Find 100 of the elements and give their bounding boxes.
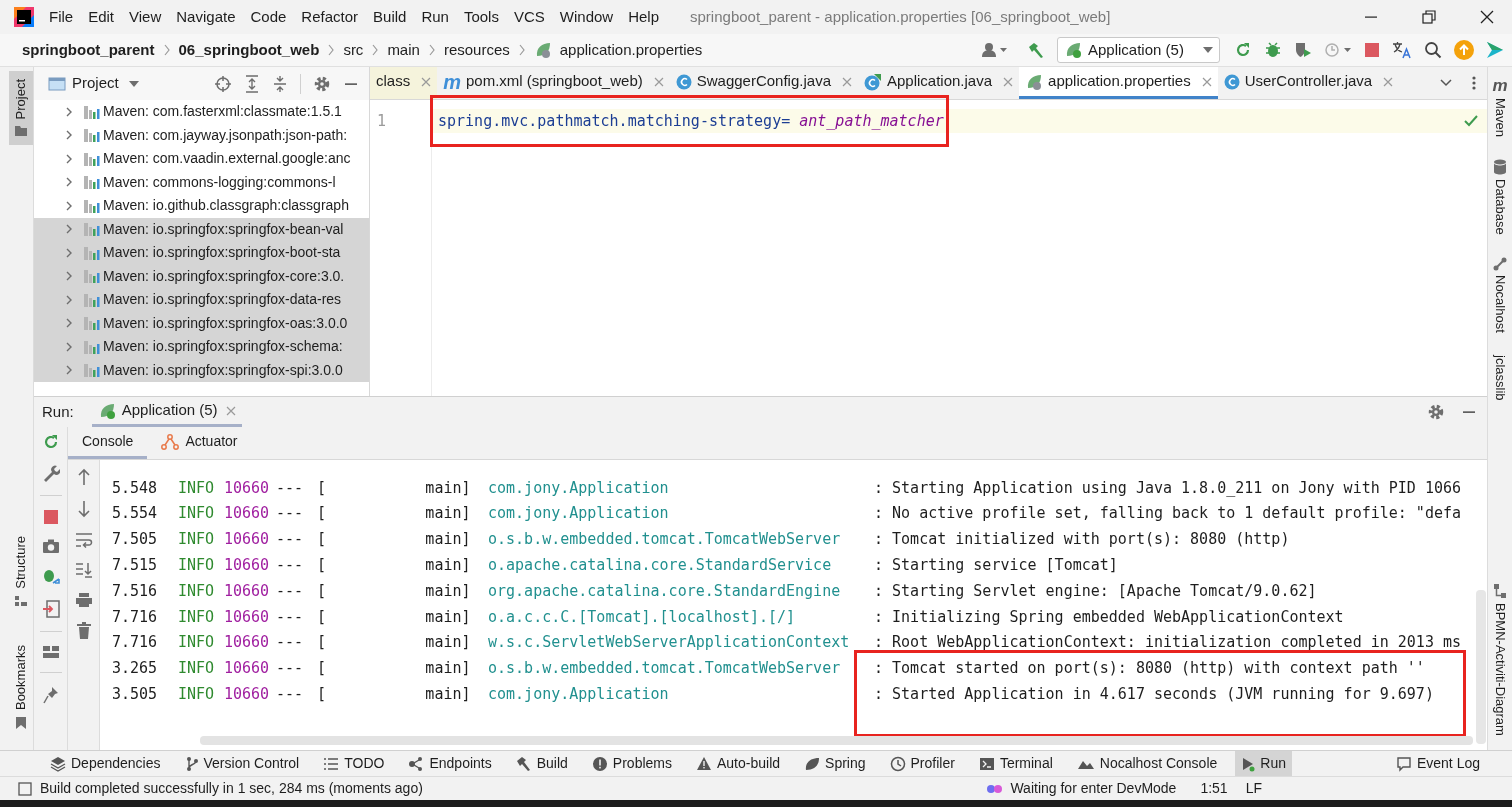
log-pid: 10660 (224, 658, 271, 680)
menu-item[interactable]: VCS (512, 3, 546, 31)
log-message: : Root WebApplicationContext: initialization completed in 2013 ms (874, 632, 1461, 654)
line-separator[interactable]: LF (1245, 778, 1262, 799)
menu-item[interactable]: View (128, 3, 163, 31)
menu-item[interactable]: Help (627, 3, 661, 31)
log-message: : Starting service [Tomcat] (874, 555, 1118, 577)
editor-tab[interactable]: UserController.java (1217, 67, 1400, 99)
log-separator: --- (276, 632, 305, 654)
breadcrumb-item[interactable]: main (387, 38, 420, 62)
breadcrumb-item[interactable]: resources (443, 38, 510, 62)
maven-icon: m (443, 71, 461, 92)
tool-window-button[interactable]: Nocalhost Console (1070, 751, 1224, 776)
caret-position[interactable]: 1:51 (1200, 778, 1228, 799)
tool-window-button[interactable]: Event Log (1389, 751, 1486, 776)
menu-item[interactable]: Window (558, 3, 615, 31)
log-pid: 10660 (224, 529, 271, 551)
tool-window-button[interactable]: Endpoints (402, 751, 498, 776)
log-level: INFO (178, 580, 216, 602)
tool-window-button[interactable]: Problems (585, 751, 678, 776)
log-pid: 10660 (224, 503, 271, 525)
log-message: : Initializing Spring embedded WebApplicationContext (874, 606, 1344, 628)
run-tab[interactable]: Application (5) (91, 397, 242, 427)
tree-item[interactable]: Maven: io.springfox:springfox-core:3.0. (34, 264, 369, 288)
log-thread: [ main] (317, 684, 472, 705)
log-message: : No active profile set, falling back to 1 default profile: "defa (874, 503, 1461, 525)
log-thread: [ main] (317, 632, 472, 654)
status-message: Build completed successfully in 1 sec, 284 ms (moments ago) (40, 779, 423, 798)
tool-window-tab[interactable]: m Maven (1489, 77, 1511, 138)
log-level: INFO (178, 555, 216, 577)
tree-item[interactable]: Maven: io.springfox:springfox-spi:3.0.0 (34, 358, 369, 382)
tree-item[interactable]: Maven: io.springfox:springfox-bean-val (34, 217, 369, 241)
menu-item[interactable]: Navigate (175, 3, 237, 31)
log-logger: com.jony.Application (488, 684, 670, 705)
menu-item[interactable]: Tools (462, 3, 500, 31)
log-level: INFO (178, 477, 216, 499)
tool-window-button[interactable]: Dependencies (44, 751, 167, 776)
tree-item[interactable]: Maven: io.springfox:springfox-schema: (34, 335, 369, 359)
editor-tab[interactable]: class (370, 67, 438, 99)
log-pid: 10660 (224, 684, 271, 705)
log-logger: com.jony.Application (488, 503, 670, 525)
tool-window-tab[interactable]: Nocalhost (1489, 256, 1511, 333)
menu-item[interactable]: File (48, 3, 75, 31)
tree-item[interactable]: Maven: io.springfox:springfox-data-res (34, 288, 369, 312)
project-view-dropdown[interactable]: Project (72, 72, 139, 95)
breadcrumb-item[interactable]: springboot_parent (22, 38, 155, 62)
tool-window-button[interactable]: Terminal (972, 751, 1059, 776)
log-separator: --- (276, 503, 305, 525)
tool-window-tab[interactable]: Database (1489, 159, 1511, 235)
tool-window-button[interactable]: Version Control (178, 751, 306, 776)
tool-window-button[interactable]: Profiler (883, 751, 961, 776)
editor-tab[interactable]: application.properties (1019, 67, 1218, 99)
log-level: INFO (178, 684, 216, 705)
log-pid: 10660 (224, 632, 271, 654)
log-pid: 10660 (224, 555, 271, 577)
code-line: spring.mvc.pathmatch.matching-strategy= ant_path_matcher (438, 110, 944, 132)
menu-item[interactable]: Build (372, 3, 408, 31)
tool-window-button[interactable]: Auto-build (690, 751, 787, 776)
tool-window-button[interactable]: Spring (798, 751, 872, 776)
console-tab[interactable]: Actuator (147, 427, 252, 459)
editor-tab[interactable]: SwaggerConfig.java (669, 67, 858, 99)
menu-item[interactable]: Code (249, 3, 288, 31)
tree-item[interactable]: Maven: io.springfox:springfox-boot-sta (34, 241, 369, 265)
tool-window-tab[interactable]: BPMN-Activiti-Diagram (1489, 583, 1511, 736)
log-time: 3.505 (112, 684, 159, 705)
menu-item[interactable]: Edit (87, 3, 116, 31)
tool-window-tab[interactable]: Structure (9, 528, 33, 615)
log-pid: 10660 (224, 580, 271, 602)
run-configuration-dropdown[interactable]: Application (5) (1057, 37, 1220, 63)
tree-item[interactable]: Maven: io.springfox:springfox-oas:3.0.0 (34, 311, 369, 335)
log-time: 3.265 (112, 658, 159, 680)
log-logger: o.s.b.w.embedded.tomcat.TomcatWebServer (488, 529, 842, 551)
breadcrumb-item[interactable]: application.properties (559, 38, 703, 62)
log-separator: --- (276, 606, 305, 628)
maven-icon: m (1492, 77, 1508, 94)
tool-window-button[interactable]: TODO (317, 751, 391, 776)
tool-window-tab[interactable]: jclasslib (1489, 354, 1511, 400)
log-time: 7.515 (112, 555, 159, 577)
tool-window-button[interactable]: Build (509, 751, 574, 776)
tool-window-tab[interactable]: Bookmarks (9, 636, 33, 738)
log-time: 7.716 (112, 606, 159, 628)
tool-window-tab[interactable]: Project (9, 71, 33, 146)
breadcrumb-item[interactable]: 06_springboot_web (178, 38, 320, 62)
menu-item[interactable]: Refactor (300, 3, 360, 31)
log-message: : Tomcat initialized with port(s): 8080 (http) (874, 529, 1290, 551)
log-thread: [ main] (317, 580, 472, 602)
log-time: 7.505 (112, 529, 159, 551)
log-message: : Starting Servlet engine: [Apache Tomcat/9.0.62] (874, 580, 1317, 602)
log-logger: w.s.c.ServletWebServerApplicationContext (488, 632, 851, 654)
tool-window-button[interactable]: Run (1235, 751, 1292, 776)
log-separator: --- (276, 555, 305, 577)
log-thread: [ main] (317, 658, 472, 680)
editor-tab[interactable]: Application.java (858, 67, 1020, 99)
log-thread: [ main] (317, 503, 472, 525)
log-separator: --- (276, 529, 305, 551)
editor-tab[interactable]: m pom.xml (springboot_web) (437, 67, 670, 99)
log-thread: [ main] (317, 606, 472, 628)
menu-item[interactable]: Run (420, 3, 450, 31)
log-pid: 10660 (224, 477, 271, 499)
breadcrumb-item[interactable]: src (343, 38, 364, 62)
